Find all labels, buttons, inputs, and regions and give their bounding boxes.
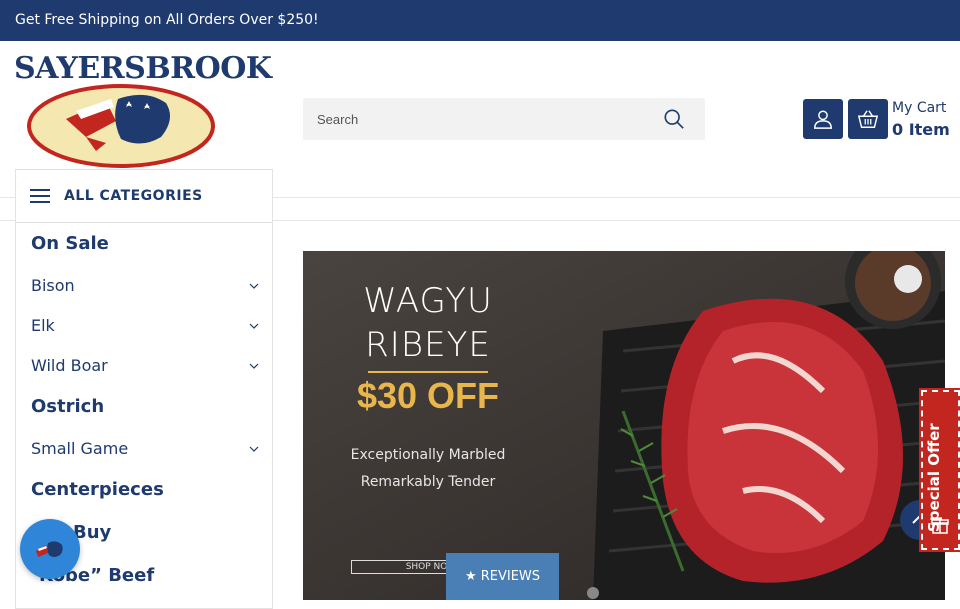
banner-offer: $30 OFF — [356, 375, 500, 416]
cart-label: My Cart — [892, 100, 947, 116]
special-offer-label: Special Offer — [925, 423, 943, 532]
chevron-down-icon[interactable] — [249, 444, 259, 454]
reviews-tab[interactable]: ★ REVIEWS — [446, 553, 559, 600]
search-icon[interactable] — [663, 108, 685, 130]
account-button[interactable] — [803, 99, 843, 139]
user-icon — [814, 110, 832, 129]
bison-flag-logo-icon — [27, 84, 215, 168]
basket-icon — [857, 110, 879, 128]
site-logo[interactable]: SAYERSBROOK — [14, 49, 272, 168]
category-menu-title: ALL CATEGORIES — [64, 188, 203, 204]
banner-title-line2: RIBEYE — [365, 325, 491, 365]
banner-subtitle-line2: Remarkably Tender — [360, 474, 496, 490]
cart-summary[interactable]: My Cart 0 Item — [892, 97, 950, 141]
announcement-bar: Get Free Shipping on All Orders Over $25… — [0, 0, 960, 41]
chat-widget-button[interactable] — [20, 519, 80, 579]
search-input[interactable] — [303, 98, 653, 140]
category-item-bison[interactable]: Bison — [31, 276, 259, 295]
chevron-down-icon[interactable] — [249, 361, 259, 371]
hamburger-menu-icon — [30, 189, 50, 203]
chevron-down-icon[interactable] — [249, 321, 259, 331]
search-bar — [303, 98, 705, 140]
cart-count: 0 Item — [892, 120, 950, 139]
category-menu-header[interactable]: ALL CATEGORIES — [16, 170, 272, 223]
category-item-wild-boar[interactable]: Wild Boar — [31, 356, 259, 375]
hero-banner[interactable]: WAGYU RIBEYE $30 OFF Exceptionally Marbl… — [303, 251, 945, 600]
category-item-ostrich[interactable]: Ostrich — [31, 396, 259, 417]
category-item-on-sale[interactable]: On Sale — [31, 233, 259, 254]
cart-button[interactable] — [848, 99, 888, 139]
category-item-centerpieces[interactable]: Centerpieces — [31, 479, 259, 500]
announcement-text: Get Free Shipping on All Orders Over $25… — [15, 12, 319, 28]
banner-divider — [368, 371, 488, 373]
category-item-elk[interactable]: Elk — [31, 316, 259, 335]
carousel-dot[interactable] — [587, 587, 599, 599]
gift-icon — [931, 519, 949, 534]
bison-chat-icon — [36, 541, 63, 557]
category-item-small-game[interactable]: Small Game — [31, 439, 259, 458]
special-offer-tab[interactable]: Special Offer — [919, 388, 960, 552]
chevron-down-icon[interactable] — [249, 281, 259, 291]
banner-title-line1: WAGYU — [363, 281, 493, 321]
banner-subtitle-line1: Exceptionally Marbled — [350, 447, 506, 463]
